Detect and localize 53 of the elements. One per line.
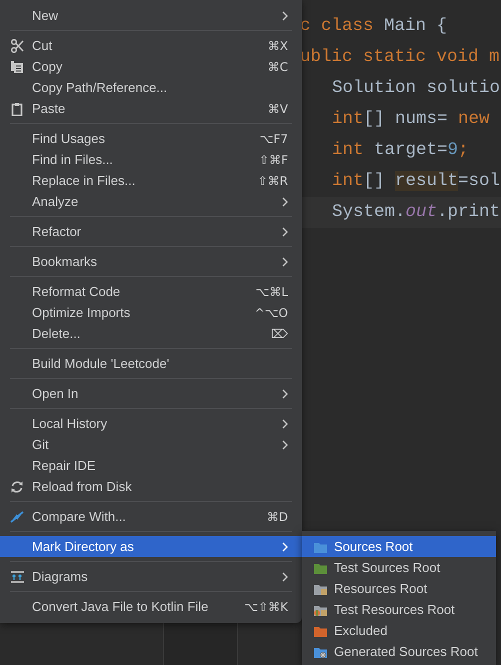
menu-item[interactable]: Analyze [0, 191, 302, 212]
shortcut-label: ⌥F7 [260, 130, 288, 148]
code-line: Solution solutio [332, 77, 500, 100]
menu-item[interactable]: Find Usages ⌥F7 [0, 128, 302, 149]
menu-item[interactable]: Bookmarks [0, 251, 302, 272]
submenu-item[interactable]: Test Resources Root [302, 599, 496, 620]
code-line: int target=9; [332, 139, 469, 162]
shortcut-label: ⇧⌘F [259, 152, 288, 168]
scissors-icon [10, 38, 25, 52]
submenu-item[interactable]: Resources Root [302, 578, 496, 599]
menu-item[interactable]: Copy Path/Reference... [0, 77, 302, 98]
menu-item[interactable]: Find in Files... ⇧⌘F [0, 149, 302, 170]
reload-icon [10, 480, 25, 494]
shortcut-label: ⌥⇧⌘K [244, 598, 288, 616]
menu-item[interactable]: Git [0, 434, 302, 455]
shortcut-label: ⇧⌘R [258, 172, 288, 190]
menu-item[interactable]: Mark Directory as [0, 536, 302, 557]
diagram-icon [10, 570, 25, 584]
menu-item[interactable]: Optimize Imports ^⌥O [0, 302, 302, 323]
menu-item[interactable]: Reload from Disk [0, 476, 302, 497]
menu-item[interactable]: New [0, 5, 302, 26]
submenu-item[interactable]: Generated Sources Root [302, 641, 496, 662]
shortcut-label: ⌘V [268, 100, 288, 118]
shortcut-label: ⌘D [266, 508, 288, 526]
menu-item[interactable]: Refactor [0, 221, 302, 242]
clipboard-icon [10, 102, 25, 116]
code-line: int[] result=sol [332, 170, 500, 194]
menu-item[interactable]: Compare With... ⌘D [0, 506, 302, 527]
code-line: ublic static void m [300, 46, 500, 70]
menu-item[interactable]: Repair IDE [0, 455, 302, 476]
menu-item[interactable]: Local History [0, 413, 302, 434]
menu-item[interactable]: Paste ⌘V [0, 98, 302, 119]
menu-item[interactable]: Convert Java File to Kotlin File ⌥⇧⌘K [0, 596, 302, 617]
code-line: System.out.print [332, 201, 500, 224]
menu-item[interactable]: Replace in Files... ⇧⌘R [0, 170, 302, 191]
shortcut-label: ⌥⌘L [255, 284, 288, 300]
menu-item[interactable]: Build Module 'Leetcode' [0, 353, 302, 374]
submenu-item[interactable]: Sources Root [302, 536, 496, 557]
menu-item[interactable]: Diagrams [0, 566, 302, 587]
shortcut-label: ⌘X [268, 38, 288, 54]
compare-icon [10, 510, 25, 524]
shortcut-label: ^⌥O [254, 304, 288, 322]
submenu-item[interactable]: Excluded [302, 620, 496, 641]
menu-item[interactable]: Open In [0, 383, 302, 404]
code-line: int[] nums= new [332, 108, 490, 132]
shortcut-label: ⌘C [268, 58, 288, 76]
menu-item[interactable]: Copy ⌘C [0, 56, 302, 77]
shortcut-label: ⌦ [271, 326, 288, 342]
menu-item[interactable]: Reformat Code ⌥⌘L [0, 281, 302, 302]
menu-item[interactable]: Delete... ⌦ [0, 323, 302, 344]
submenu-item[interactable]: Test Sources Root [302, 557, 496, 578]
copy-icon [10, 60, 25, 74]
menu-item[interactable]: Cut ⌘X [0, 35, 302, 56]
